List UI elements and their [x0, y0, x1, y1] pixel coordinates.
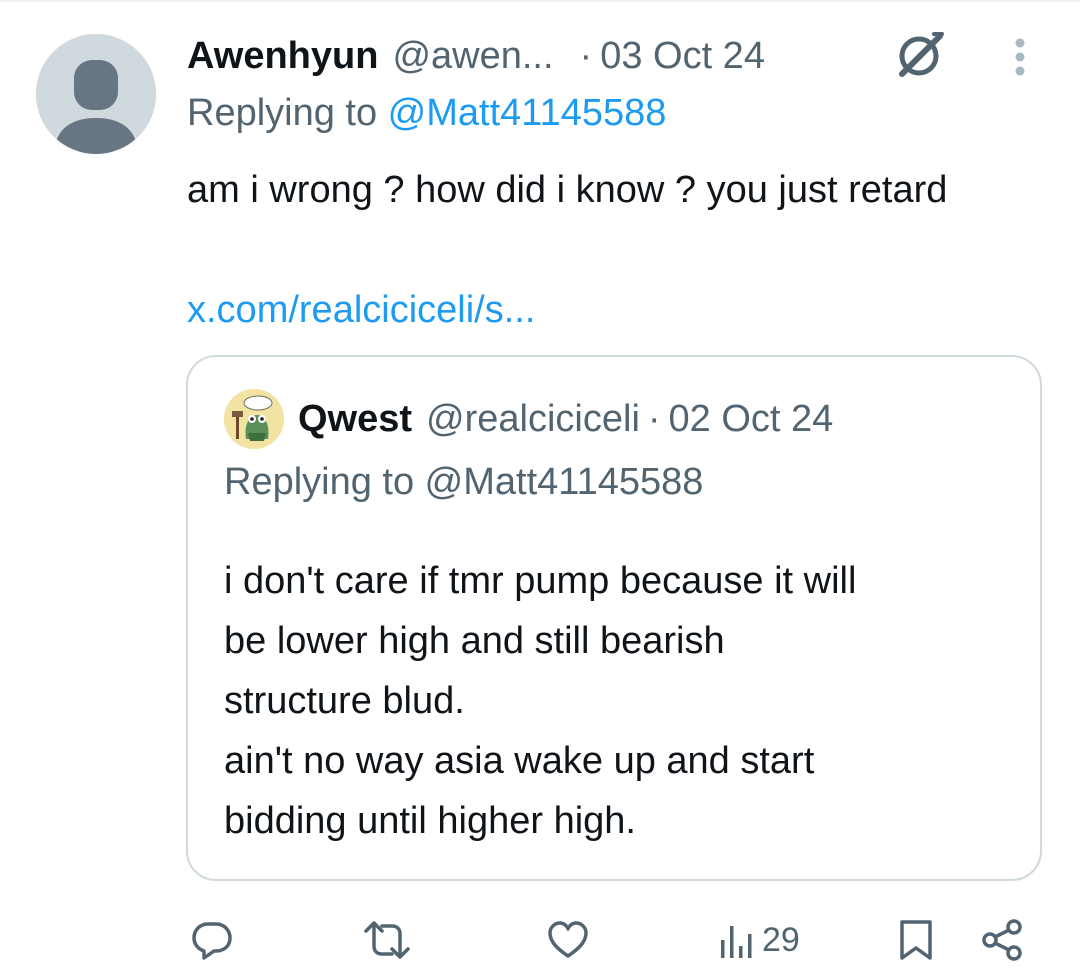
default-avatar-icon	[36, 34, 156, 154]
share-icon	[982, 919, 1022, 961]
replying-to-line: Replying to @Matt41145588	[187, 92, 666, 135]
reply-icon	[192, 922, 232, 960]
like-icon	[548, 921, 588, 958]
quoted-tweet-date: 02 Oct 24	[668, 397, 834, 440]
retweet-icon	[364, 921, 410, 959]
quoted-text-line: structure blud.	[224, 680, 465, 722]
tweet-text: am i wrong ? how did i know ? you just r…	[187, 169, 948, 211]
grok-icon[interactable]	[894, 28, 948, 82]
frog-avatar-icon	[224, 389, 284, 449]
header-separator: ·	[579, 34, 593, 77]
quoted-header-separator: ·	[647, 397, 661, 440]
quoted-tweet-card[interactable]: Qwest @realciciceli · 02 Oct 24 Replying…	[186, 355, 1042, 881]
views-button[interactable]: 29	[718, 912, 800, 968]
quoted-author-name: Qwest	[298, 397, 413, 440]
author-avatar[interactable]	[36, 34, 156, 154]
author-handle[interactable]: @awen...	[392, 35, 553, 78]
quoted-author-avatar[interactable]	[224, 389, 284, 449]
quoted-text-line: i don't care if tmr pump because it will	[224, 560, 857, 602]
quoted-tweet-text: i don't care if tmr pump because it will…	[224, 551, 1024, 851]
top-divider	[0, 0, 1080, 2]
more-options-icon[interactable]	[1004, 36, 1036, 80]
quoted-text-line: ain't no way asia wake up and start	[224, 740, 815, 782]
like-button[interactable]	[546, 912, 590, 968]
tweet-header: Awenhyun @awen... · 03 Oct 24	[187, 28, 765, 84]
views-count: 29	[762, 920, 800, 959]
retweet-button[interactable]	[362, 912, 412, 968]
share-button[interactable]	[980, 912, 1024, 968]
quoted-tweet-header: Qwest @realciciceli · 02 Oct 24	[298, 391, 833, 447]
quoted-text-line: be lower high and still bearish	[224, 620, 725, 662]
replying-to-label: Replying to	[187, 92, 388, 134]
quoted-replying-to: Replying to @Matt41145588	[224, 461, 704, 503]
reply-button[interactable]	[190, 912, 234, 968]
tweet-link[interactable]: x.com/realciciceli/s...	[187, 280, 535, 340]
quoted-text-line: bidding until higher high.	[224, 800, 636, 842]
tweet-date[interactable]: 03 Oct 24	[600, 35, 765, 78]
replying-to-mention[interactable]: @Matt41145588	[388, 92, 667, 134]
tweet-action-bar: 29	[0, 906, 1080, 972]
bookmark-button[interactable]	[896, 912, 936, 968]
quoted-author-handle: @realciciceli	[426, 397, 640, 440]
views-icon	[721, 926, 752, 958]
bookmark-icon	[900, 920, 932, 960]
author-name[interactable]: Awenhyun	[187, 35, 378, 78]
